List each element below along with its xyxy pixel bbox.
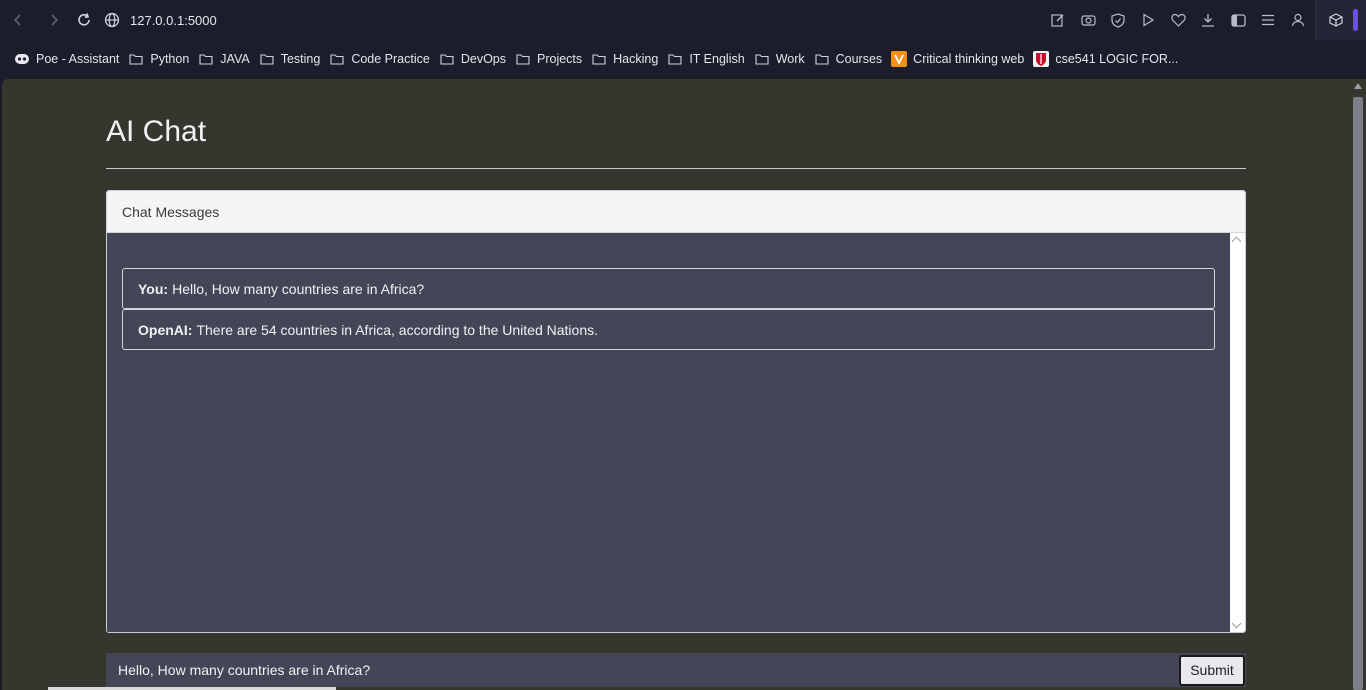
folder-icon (329, 51, 345, 67)
reload-icon[interactable] (74, 10, 94, 30)
message-text: Hello, How many countries are in Africa? (172, 280, 425, 297)
message-sender: You: (138, 280, 169, 297)
bookmark-projects[interactable]: Projects (513, 47, 589, 71)
bookmark-label: Critical thinking web (913, 52, 1025, 66)
page-title: AI Chat (106, 115, 207, 148)
message-input[interactable] (106, 652, 1179, 688)
extensions-icon[interactable] (1326, 10, 1346, 30)
bookmark-label: Projects (537, 52, 583, 66)
folder-icon (814, 51, 830, 67)
submit-button[interactable]: Submit (1179, 654, 1245, 686)
chat-messages-area[interactable]: You: Hello, How many countries are in Af… (107, 233, 1230, 632)
scroll-up-icon[interactable] (1354, 83, 1362, 89)
page-scrollbar[interactable] (1350, 79, 1366, 690)
bookmark-label: Code Practice (351, 52, 430, 66)
folder-icon (754, 51, 770, 67)
url-text[interactable]: 127.0.0.1:5000 (130, 13, 217, 28)
message-text: There are 54 countries in Africa, accord… (196, 321, 599, 338)
bookmark-code-practice[interactable]: Code Practice (327, 47, 437, 71)
bookmark-courses[interactable]: Courses (812, 47, 890, 71)
heart-icon[interactable] (1168, 10, 1188, 30)
chat-panel: Chat Messages You: Hello, How many count… (106, 190, 1246, 633)
bookmark-critical-thinking[interactable]: Critical thinking web (889, 47, 1031, 71)
bookmark-cse541[interactable]: cse541 LOGIC FOR... (1031, 47, 1185, 71)
bookmark-devops[interactable]: DevOps (437, 47, 513, 71)
scroll-up-icon[interactable] (1231, 236, 1242, 247)
scrollbar-thumb[interactable] (1353, 97, 1363, 690)
menu-icon[interactable] (1258, 10, 1278, 30)
cse541-icon (1033, 51, 1050, 67)
back-icon[interactable] (8, 10, 28, 30)
folder-icon (439, 51, 455, 67)
edit-icon[interactable] (1048, 10, 1068, 30)
folder-icon (667, 51, 683, 67)
site-info-icon[interactable] (104, 12, 120, 28)
play-icon[interactable] (1138, 10, 1158, 30)
bookmarks-bar: Poe - Assistant Python JAVA Testing Code… (0, 40, 1366, 78)
bookmark-poe[interactable]: Poe - Assistant (12, 47, 126, 71)
shield-icon[interactable] (1108, 10, 1128, 30)
bookmark-label: DevOps (460, 52, 506, 66)
bookmark-hacking[interactable]: Hacking (589, 47, 665, 71)
bookmark-work[interactable]: Work (752, 47, 812, 71)
bookmark-label: Python (150, 52, 190, 66)
folder-icon (259, 51, 275, 67)
bookmark-label: Hacking (613, 52, 659, 66)
folder-icon (128, 51, 144, 67)
chat-message-user: You: Hello, How many countries are in Af… (122, 268, 1215, 309)
bookmark-label: IT English (689, 52, 745, 66)
camera-icon[interactable] (1078, 10, 1098, 30)
critical-thinking-icon (891, 51, 908, 67)
folder-icon (591, 51, 607, 67)
chat-scrollbar[interactable] (1230, 233, 1245, 632)
bookmark-label: Testing (280, 52, 321, 66)
title-divider (106, 168, 1246, 169)
bookmark-java[interactable]: JAVA (196, 47, 256, 71)
bookmark-label: cse541 LOGIC FOR... (1055, 52, 1179, 66)
page-viewport: AI Chat Chat Messages You: Hello, How ma… (2, 79, 1350, 690)
bookmark-label: JAVA (220, 52, 250, 66)
download-icon[interactable] (1198, 10, 1218, 30)
profile-icon[interactable] (1288, 10, 1308, 30)
scroll-down-icon[interactable] (1231, 618, 1242, 629)
chat-panel-header: Chat Messages (107, 191, 1245, 233)
sidebar-icon[interactable] (1228, 10, 1248, 30)
message-sender: OpenAI: (138, 321, 193, 338)
extensions-area (1315, 0, 1366, 40)
bookmark-it-english[interactable]: IT English (665, 47, 751, 71)
forward-icon[interactable] (44, 10, 64, 30)
chat-input-row: Submit (106, 652, 1246, 688)
bookmark-label: Poe - Assistant (36, 52, 120, 66)
bookmark-python[interactable]: Python (126, 47, 196, 71)
chat-message-assistant: OpenAI: There are 54 countries in Africa… (122, 309, 1215, 350)
browser-toolbar: 127.0.0.1:5000 (0, 0, 1366, 40)
folder-icon (198, 51, 214, 67)
bookmark-label: Work (775, 52, 805, 66)
bookmark-label: Courses (835, 52, 883, 66)
accent-indicator (1353, 9, 1358, 31)
folder-icon (515, 51, 531, 67)
bookmark-testing[interactable]: Testing (257, 47, 328, 71)
poe-icon (14, 51, 30, 67)
